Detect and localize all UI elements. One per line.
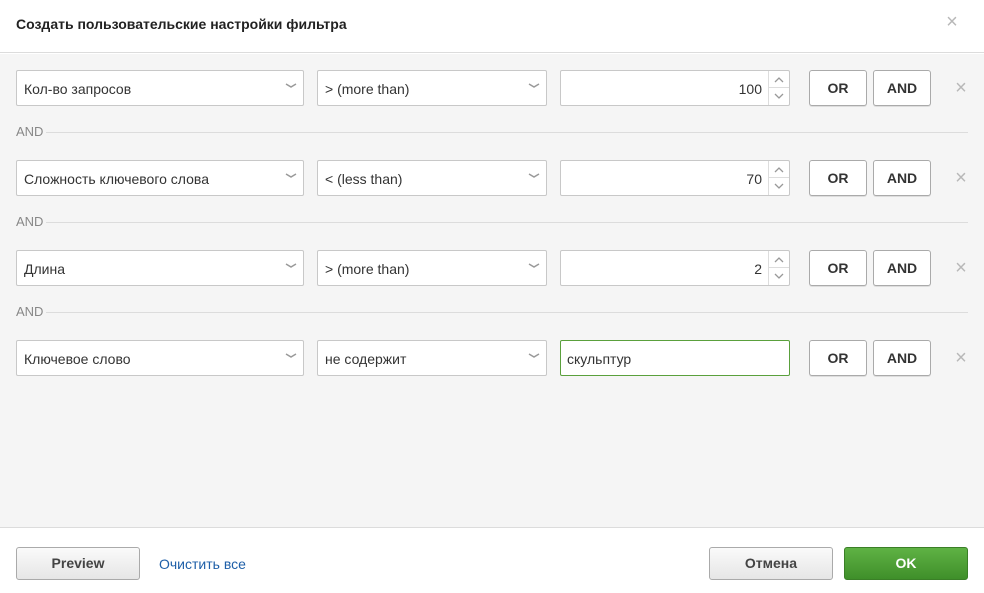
value-number-input[interactable]: 2 [560, 250, 790, 286]
value-number: 2 [754, 261, 762, 277]
remove-row-icon[interactable]: × [952, 348, 970, 368]
field-select-value: Кол-во запросов [24, 81, 132, 97]
chevron-down-icon [528, 173, 540, 178]
spinner-down-button[interactable] [769, 268, 789, 285]
chevron-down-icon [774, 273, 784, 279]
spinner [768, 251, 789, 285]
field-select-value: Сложность ключевого слова [24, 171, 209, 187]
value-number: 100 [738, 81, 762, 97]
or-button[interactable]: OR [809, 160, 867, 196]
operator-select-value: < (less than) [325, 171, 403, 187]
filter-body: Кол-во запросов > (more than) 100 OR AND… [0, 54, 984, 527]
dialog-footer: Preview Очистить все Отмена OK [0, 527, 984, 593]
condition-separator: AND [16, 304, 968, 320]
operator-select-value: > (more than) [325, 261, 410, 277]
filter-dialog: Создать пользовательские настройки фильт… [0, 0, 984, 593]
spinner-up-button[interactable] [769, 251, 789, 268]
filter-row: Длина > (more than) 2 OR AND × [16, 250, 976, 286]
cancel-button[interactable]: Отмена [709, 547, 833, 580]
spinner [768, 71, 789, 105]
separator-label: AND [16, 214, 44, 229]
operator-select[interactable]: > (more than) [317, 70, 547, 106]
dialog-title: Создать пользовательские настройки фильт… [16, 16, 347, 32]
operator-select[interactable]: > (more than) [317, 250, 547, 286]
chevron-down-icon [285, 263, 297, 268]
ok-button[interactable]: OK [844, 547, 968, 580]
spinner-up-button[interactable] [769, 71, 789, 88]
chevron-up-icon [774, 77, 784, 83]
separator-label: AND [16, 124, 44, 139]
separator-label: AND [16, 304, 44, 319]
spinner [768, 161, 789, 195]
and-button[interactable]: AND [873, 340, 931, 376]
chevron-up-icon [774, 257, 784, 263]
chevron-down-icon [528, 263, 540, 268]
remove-row-icon[interactable]: × [952, 168, 970, 188]
and-button[interactable]: AND [873, 160, 931, 196]
and-button[interactable]: AND [873, 250, 931, 286]
chevron-down-icon [285, 353, 297, 358]
chevron-down-icon [528, 83, 540, 88]
separator-line [46, 132, 968, 133]
remove-row-icon[interactable]: × [952, 258, 970, 278]
and-button[interactable]: AND [873, 70, 931, 106]
filter-row: Ключевое слово не содержит скульптур OR … [16, 340, 976, 376]
field-select[interactable]: Кол-во запросов [16, 70, 304, 106]
chevron-down-icon [285, 173, 297, 178]
filter-row: Кол-во запросов > (more than) 100 OR AND… [16, 70, 976, 106]
close-icon[interactable]: × [944, 12, 960, 32]
field-select[interactable]: Сложность ключевого слова [16, 160, 304, 196]
operator-select[interactable]: не содержит [317, 340, 547, 376]
spinner-up-button[interactable] [769, 161, 789, 178]
or-button[interactable]: OR [809, 250, 867, 286]
filter-row: Сложность ключевого слова < (less than) … [16, 160, 976, 196]
separator-line [46, 222, 968, 223]
field-select-value: Ключевое слово [24, 351, 131, 367]
clear-all-link[interactable]: Очистить все [159, 556, 246, 572]
chevron-up-icon [774, 167, 784, 173]
field-select-value: Длина [24, 261, 65, 277]
field-select[interactable]: Ключевое слово [16, 340, 304, 376]
remove-row-icon[interactable]: × [952, 78, 970, 98]
chevron-down-icon [528, 353, 540, 358]
value-number-input[interactable]: 70 [560, 160, 790, 196]
chevron-down-icon [285, 83, 297, 88]
chevron-down-icon [774, 183, 784, 189]
condition-separator: AND [16, 124, 968, 140]
or-button[interactable]: OR [809, 70, 867, 106]
chevron-down-icon [774, 93, 784, 99]
separator-line [46, 312, 968, 313]
operator-select-value: не содержит [325, 351, 407, 367]
spinner-down-button[interactable] [769, 178, 789, 195]
condition-separator: AND [16, 214, 968, 230]
field-select[interactable]: Длина [16, 250, 304, 286]
value-number: 70 [746, 171, 762, 187]
preview-button[interactable]: Preview [16, 547, 140, 580]
spinner-down-button[interactable] [769, 88, 789, 105]
or-button[interactable]: OR [809, 340, 867, 376]
value-text-input[interactable]: скульптур [560, 340, 790, 376]
value-text: скульптур [567, 351, 632, 367]
operator-select[interactable]: < (less than) [317, 160, 547, 196]
dialog-header: Создать пользовательские настройки фильт… [0, 0, 984, 53]
value-number-input[interactable]: 100 [560, 70, 790, 106]
operator-select-value: > (more than) [325, 81, 410, 97]
